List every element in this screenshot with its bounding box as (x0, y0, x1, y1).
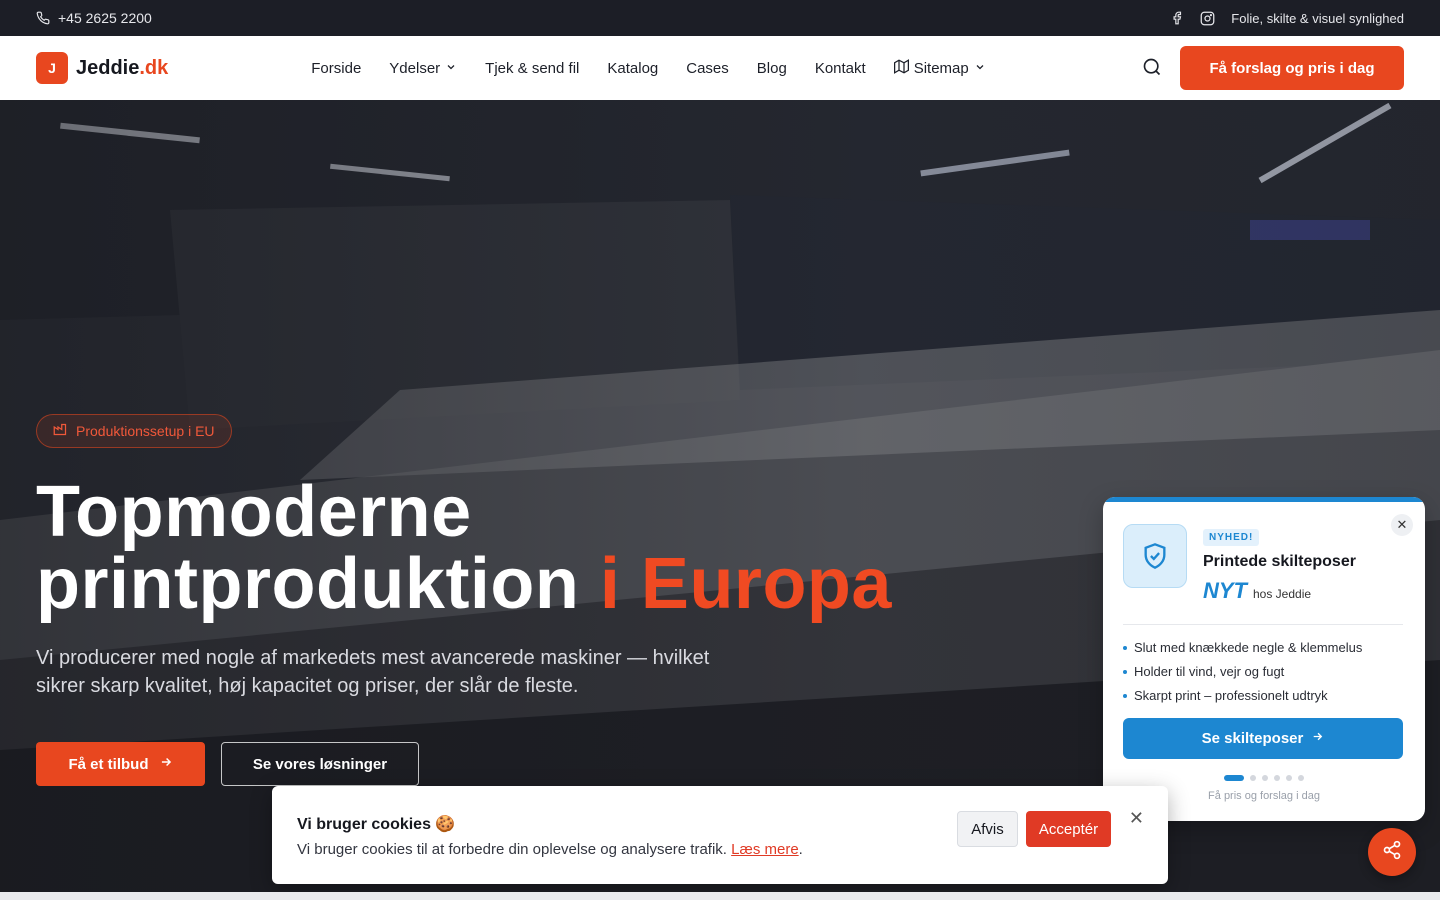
bullet-text: Slut med knækkede negle & klemmelus (1134, 640, 1363, 655)
nav-sitemap[interactable]: Sitemap (893, 58, 986, 78)
production-badge-label: Produktionssetup i EU (76, 423, 215, 439)
list-item: Holder til vind, vejr og fugt (1123, 660, 1362, 684)
nav-ydelser[interactable]: Ydelser (389, 60, 457, 77)
accept-cookies-button[interactable]: Acceptér (1026, 811, 1111, 847)
get-offer-label: Få et tilbud (68, 755, 149, 773)
logo[interactable]: J Jeddie.dk (36, 52, 168, 84)
arrow-right-icon (159, 755, 173, 773)
nav-forside[interactable]: Forside (311, 60, 361, 77)
share-icon (1382, 840, 1402, 865)
logo-name: Jeddie (76, 56, 140, 79)
search-icon[interactable] (1142, 57, 1164, 79)
divider (1123, 624, 1403, 625)
carousel-dot[interactable] (1250, 775, 1256, 781)
nav-label: Tjek & send fil (485, 59, 580, 77)
shield-check-icon (1123, 524, 1187, 588)
logo-mark: J (36, 52, 68, 84)
bullet-text: Skarpt print – professionelt udtryk (1134, 688, 1328, 703)
promo-new-label: NYT hos Jeddie (1203, 578, 1311, 604)
logo-tld: .dk (139, 56, 169, 79)
bullet-dot (1123, 694, 1127, 698)
promo-title: Printede skilteposer (1203, 553, 1356, 570)
cookie-banner: Vi bruger cookies 🍪 Vi bruger cookies ti… (272, 786, 1168, 884)
nav-label: Cases (686, 59, 729, 77)
nav-label: Kontakt (814, 59, 866, 77)
carousel-dot[interactable] (1298, 775, 1304, 781)
carousel-dots (1103, 775, 1425, 781)
tagline: Folie, skilte & visuel synlighed (1231, 10, 1404, 26)
nav-blog[interactable]: Blog (757, 60, 787, 77)
nav-label: Sitemap (913, 59, 969, 77)
cookie-title: Vi bruger cookies 🍪 (297, 816, 456, 833)
chevron-down-icon (974, 60, 986, 77)
cookie-period: . (798, 841, 803, 858)
hero-content: Produktionssetup i EU Topmoderne printpr… (36, 414, 892, 786)
promo-accent-bar (1103, 497, 1425, 502)
nav-label: Katalog (607, 59, 659, 77)
cookie-text: Vi bruger cookies til at forbedre din op… (297, 841, 803, 858)
nav-katalog[interactable]: Katalog (607, 60, 658, 77)
phone-icon (36, 11, 50, 25)
chevron-down-icon (445, 60, 457, 77)
bullet-dot (1123, 670, 1127, 674)
page-bottom-strip (0, 892, 1440, 900)
instagram-icon[interactable] (1200, 11, 1215, 26)
share-button[interactable] (1368, 828, 1416, 876)
cookie-message: Vi bruger cookies til at forbedre din op… (297, 841, 727, 858)
nav-label: Blog (756, 59, 787, 77)
hero-title-accent: i Europa (599, 544, 892, 624)
promo-new-big: NYT (1203, 578, 1247, 603)
close-icon[interactable]: ✕ (1391, 514, 1413, 536)
hero-title-line1: Topmoderne (36, 472, 472, 552)
reject-cookies-button[interactable]: Afvis (957, 811, 1018, 847)
main-header: J Jeddie.dk Forside Ydelser Tjek & send … (0, 36, 1440, 100)
nav-tjek-send-fil[interactable]: Tjek & send fil (485, 60, 579, 77)
read-more-link[interactable]: Læs mere (731, 841, 799, 858)
bullet-dot (1123, 646, 1127, 650)
carousel-dot[interactable] (1274, 775, 1280, 781)
phone-contact[interactable]: +45 2625 2200 (36, 10, 152, 26)
list-item: Skarpt print – professionelt udtryk (1123, 684, 1362, 708)
get-offer-button[interactable]: Få et tilbud (36, 742, 205, 786)
get-quote-button[interactable]: Få forslag og pris i dag (1180, 46, 1404, 90)
bullet-text: Holder til vind, vejr og fugt (1134, 664, 1285, 679)
phone-number[interactable]: +45 2625 2200 (58, 10, 152, 26)
hero-subtitle: Vi producerer med nogle af markedets mes… (36, 647, 710, 697)
map-icon (893, 58, 909, 78)
top-bar: +45 2625 2200 Folie, skilte & visuel syn… (0, 0, 1440, 36)
carousel-dot[interactable] (1286, 775, 1292, 781)
factory-icon (53, 422, 68, 440)
arrow-right-icon (1311, 730, 1324, 747)
nav-label: Ydelser (389, 59, 441, 77)
news-badge: NYHED! (1203, 529, 1260, 546)
hero-title: Topmoderne printproduktion i Europa (36, 476, 892, 620)
close-icon[interactable]: ✕ (1129, 808, 1144, 829)
nav-label: Forside (311, 59, 362, 77)
nav-kontakt[interactable]: Kontakt (815, 60, 866, 77)
see-solutions-button[interactable]: Se vores løsninger (221, 742, 419, 786)
hero-title-line2: printproduktion (36, 544, 580, 624)
production-badge: Produktionssetup i EU (36, 414, 232, 448)
logo-text: Jeddie.dk (76, 57, 168, 80)
carousel-dot[interactable] (1224, 775, 1244, 781)
facebook-icon[interactable] (1170, 11, 1184, 25)
carousel-dot[interactable] (1262, 775, 1268, 781)
promo-new-small: hos Jeddie (1253, 587, 1312, 601)
promo-bullets: Slut med knækkede negle & klemmelus Hold… (1123, 636, 1362, 708)
nav-cases[interactable]: Cases (686, 60, 729, 77)
list-item: Slut med knækkede negle & klemmelus (1123, 636, 1362, 660)
main-nav: Forside Ydelser Tjek & send fil Katalog … (311, 58, 986, 78)
see-sign-bags-button[interactable]: Se skilteposer (1123, 718, 1403, 759)
promo-card: ✕ NYHED! Printede skilteposer NYT hos Je… (1103, 497, 1425, 821)
see-sign-bags-label: Se skilteposer (1201, 730, 1304, 747)
